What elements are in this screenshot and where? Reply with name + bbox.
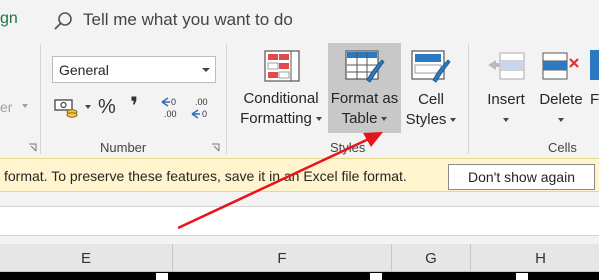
delete-button[interactable]: Delete bbox=[534, 44, 588, 134]
grid-row-strip bbox=[0, 272, 599, 280]
conditional-formatting-label-2-text: Formatting bbox=[240, 110, 312, 127]
conditional-formatting-label-1: Conditional bbox=[243, 90, 319, 107]
decrease-decimal-icon[interactable]: .00 0 bbox=[190, 96, 214, 120]
conditional-formatting-icon bbox=[264, 50, 300, 82]
accounting-format-icon[interactable] bbox=[54, 97, 80, 119]
cell-styles-label-2-text: Styles bbox=[405, 111, 447, 128]
cells-group-label: Cells bbox=[548, 140, 577, 155]
svg-text:.00: .00 bbox=[195, 97, 208, 107]
grid-cell[interactable] bbox=[156, 273, 168, 280]
format-cells-icon[interactable] bbox=[590, 50, 599, 80]
percent-style-button[interactable]: % bbox=[98, 96, 116, 119]
number-group-label: Number bbox=[100, 140, 147, 155]
format-as-table-button[interactable]: Format as Table bbox=[328, 43, 401, 133]
comma-style-button[interactable]: ❜ bbox=[130, 92, 138, 121]
grid-cell[interactable] bbox=[370, 273, 382, 280]
ribbon-partial-label: er bbox=[0, 99, 13, 115]
format-as-table-label-2: Table bbox=[328, 109, 401, 129]
svg-text:0: 0 bbox=[171, 97, 176, 107]
number-format-value: General bbox=[59, 62, 109, 78]
column-headers: E F G H bbox=[0, 244, 599, 272]
insert-button[interactable]: Insert bbox=[478, 44, 534, 134]
search-icon[interactable] bbox=[53, 11, 73, 31]
insert-label: Insert bbox=[487, 91, 525, 108]
chevron-down-icon[interactable] bbox=[85, 105, 91, 109]
chevron-down-icon bbox=[315, 117, 322, 122]
chevron-down-icon bbox=[450, 118, 457, 123]
ribbon-tab-fragment[interactable]: gn bbox=[0, 10, 18, 28]
cell-styles-label-2: Styles bbox=[403, 110, 459, 130]
svg-text:0: 0 bbox=[202, 109, 207, 119]
format-cells-label-fragment[interactable]: F bbox=[590, 90, 599, 110]
delete-cells-icon bbox=[542, 52, 579, 80]
dialog-launcher-icon[interactable] bbox=[211, 143, 220, 152]
cell-styles-icon bbox=[411, 50, 451, 83]
dont-show-again-button[interactable]: Don't show again bbox=[448, 164, 595, 190]
formula-input[interactable] bbox=[0, 206, 599, 236]
format-as-table-label-2-text: Table bbox=[341, 110, 378, 127]
increase-decimal-icon[interactable]: 0 .00 bbox=[160, 96, 184, 120]
chevron-down-icon bbox=[381, 117, 388, 122]
cell-styles-button[interactable]: Cell Styles bbox=[403, 44, 459, 134]
formula-bar-gap bbox=[0, 192, 599, 206]
group-divider bbox=[40, 44, 41, 154]
column-header-h[interactable]: H bbox=[471, 244, 599, 272]
delete-label: Delete bbox=[539, 91, 583, 108]
format-as-table-icon bbox=[345, 50, 385, 83]
dialog-launcher-icon[interactable] bbox=[28, 143, 37, 152]
styles-group-label: Styles bbox=[330, 140, 366, 155]
grid-cell[interactable] bbox=[516, 273, 528, 280]
insert-cells-icon bbox=[488, 52, 525, 80]
column-header-e[interactable]: E bbox=[0, 244, 173, 272]
conditional-formatting-label-2: Formatting bbox=[236, 109, 326, 129]
cell-styles-label-1: Cell bbox=[418, 91, 444, 108]
tell-me-input[interactable]: Tell me what you want to do bbox=[83, 10, 293, 30]
group-divider bbox=[468, 44, 469, 154]
column-header-f[interactable]: F bbox=[173, 244, 392, 272]
number-format-dropdown[interactable]: General bbox=[52, 56, 216, 83]
svg-text:.00: .00 bbox=[164, 109, 177, 119]
column-header-g[interactable]: G bbox=[392, 244, 471, 272]
chevron-down-icon bbox=[503, 118, 509, 122]
conditional-formatting-button[interactable]: Conditional Formatting bbox=[236, 44, 326, 134]
chevron-down-icon bbox=[202, 68, 210, 72]
chevron-down-icon bbox=[558, 118, 564, 122]
format-as-table-label-1: Format as bbox=[330, 90, 399, 107]
group-divider bbox=[226, 44, 227, 154]
message-text: format. To preserve these features, save… bbox=[4, 168, 407, 184]
chevron-down-icon[interactable] bbox=[22, 104, 28, 108]
